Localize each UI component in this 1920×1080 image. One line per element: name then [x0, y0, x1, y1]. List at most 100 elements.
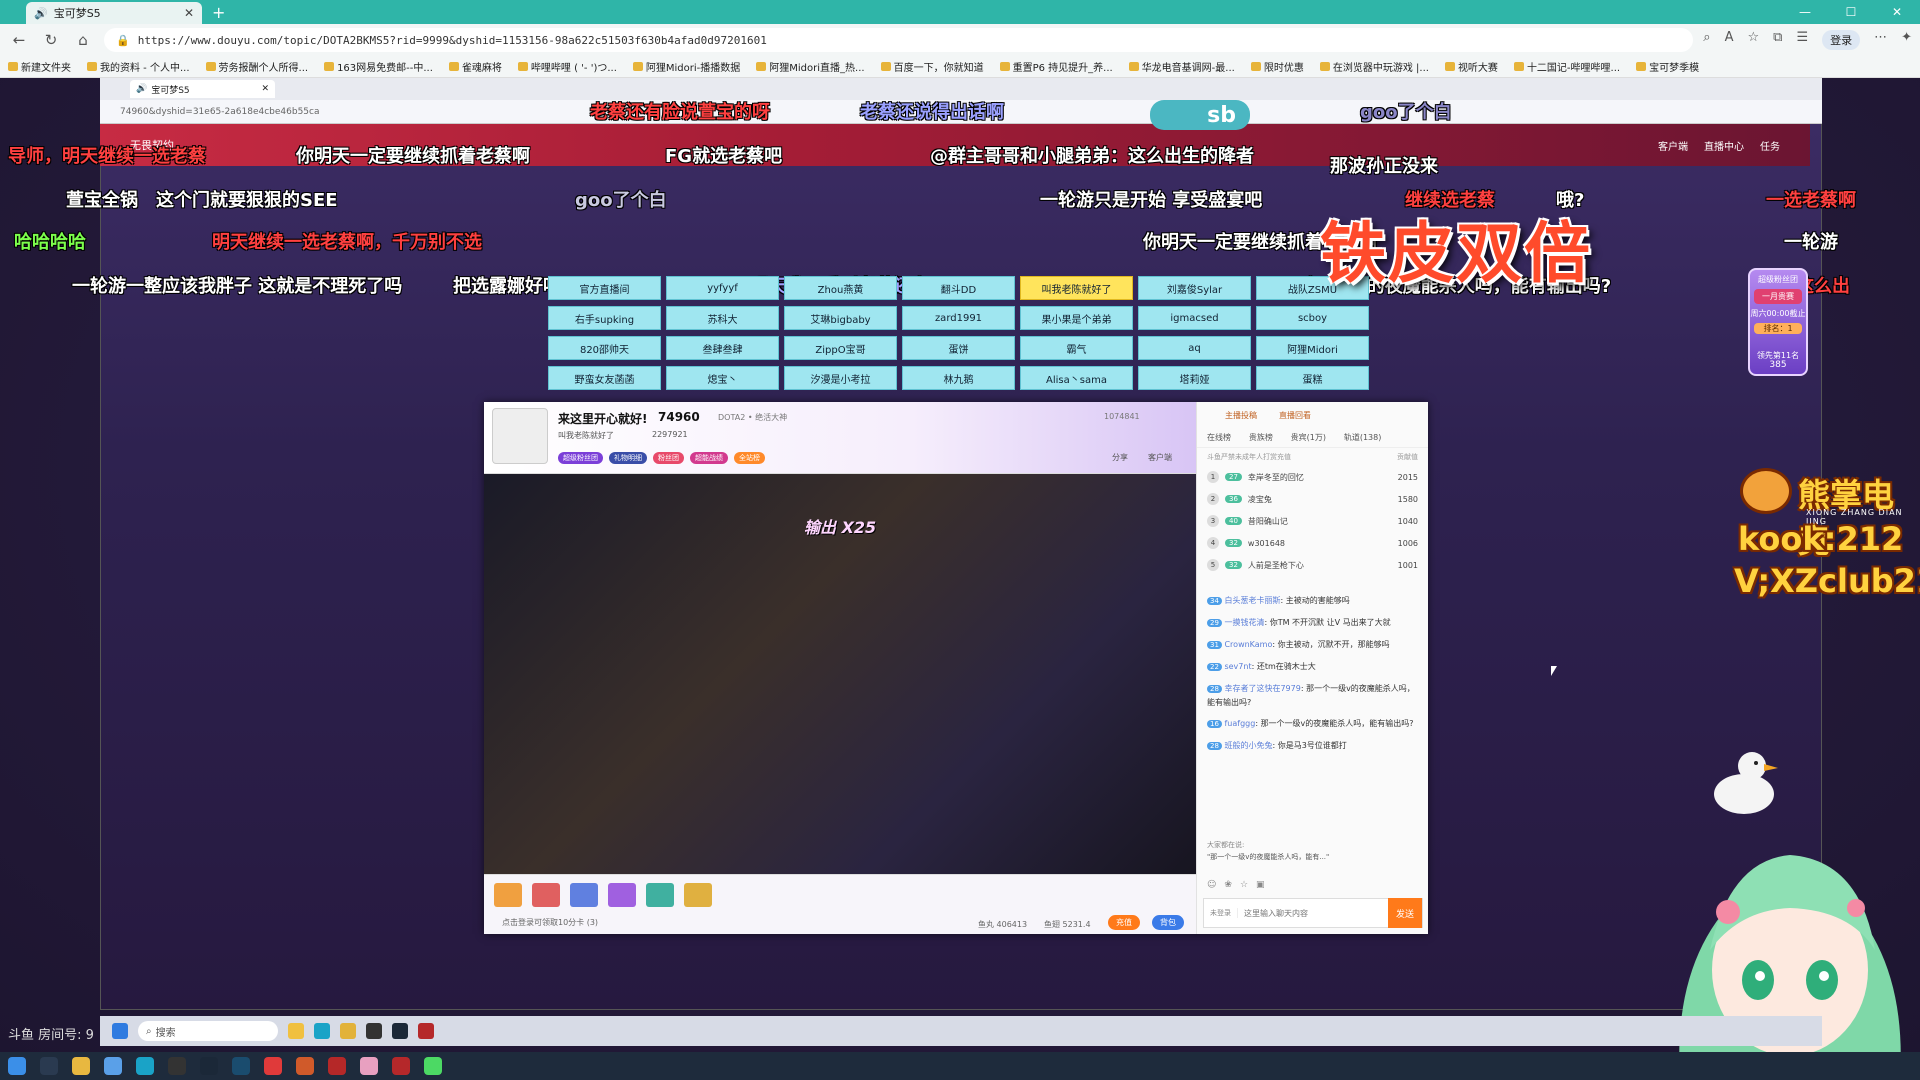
app-icon[interactable] [168, 1057, 186, 1075]
browser-tab[interactable]: 🔊 宝可梦S5 ✕ [26, 2, 202, 24]
streamer-button[interactable]: 霸气 [1020, 336, 1133, 360]
client-button[interactable]: 客户端 [1148, 452, 1172, 463]
tab-vip-rank[interactable]: 贵宾(1万) [1291, 432, 1326, 443]
gift-icon[interactable] [608, 883, 636, 907]
close-tab-icon[interactable]: ✕ [184, 6, 194, 20]
streamer-button[interactable]: igmacsed [1138, 306, 1251, 330]
tag-chip[interactable]: 全站榜 [734, 452, 765, 464]
streamer-button[interactable]: 阿狸Midori [1256, 336, 1369, 360]
dota-icon[interactable] [418, 1023, 434, 1039]
bookmark-item[interactable]: 在浏览器中玩游戏 |... [1319, 59, 1429, 74]
rank-row[interactable]: 5 32 人前是圣枪下心 1001 [1197, 554, 1428, 576]
bookmark-item[interactable]: 宝可梦季模 [1636, 59, 1699, 74]
streamer-button[interactable]: yyfyyf [666, 276, 779, 300]
app-icon[interactable] [296, 1057, 314, 1075]
streamer-button[interactable]: 蛋饼 [902, 336, 1015, 360]
minimize-icon[interactable]: — [1782, 0, 1828, 24]
fan-icon[interactable]: ❀ [1224, 880, 1232, 890]
streamer-button[interactable]: 汐漫是小考拉 [784, 366, 897, 390]
windows-icon[interactable] [8, 1057, 26, 1075]
close-window-icon[interactable]: ✕ [1874, 0, 1920, 24]
streamer-button[interactable]: 820邵帅天 [548, 336, 661, 360]
streamer-name[interactable]: 叫我老陈就好了 [558, 430, 614, 441]
gift-icon[interactable] [570, 883, 598, 907]
streamer-button[interactable]: ZippO宝哥 [784, 336, 897, 360]
tab-online-rank[interactable]: 在线榜 [1207, 432, 1231, 443]
backpack-button[interactable]: 背包 [1152, 915, 1184, 930]
bookmark-item[interactable]: 雀魂麻将 [448, 59, 502, 74]
bookmark-item[interactable]: 我的资料 - 个人中... [87, 59, 190, 74]
streamer-button[interactable]: 叁肆叁肆 [666, 336, 779, 360]
favorite-icon[interactable]: ☆ [1747, 30, 1759, 50]
app-icon[interactable] [232, 1057, 250, 1075]
tab-noble-rank[interactable]: 贵族榜 [1249, 432, 1273, 443]
header-client[interactable]: 客户端 [1658, 138, 1688, 153]
refresh-icon[interactable]: ↻ [40, 31, 62, 49]
bookmark-item[interactable]: 视听大赛 [1444, 59, 1498, 74]
gift-icon[interactable] [646, 883, 674, 907]
windows-icon[interactable] [112, 1023, 128, 1039]
new-tab-icon[interactable]: + [212, 3, 225, 22]
bookmark-item[interactable]: 限时优惠 [1250, 59, 1304, 74]
streamer-button[interactable]: 官方直播间 [548, 276, 661, 300]
streamer-button[interactable]: Alisa丶sama [1020, 366, 1133, 390]
streamer-button[interactable]: 艾琳bigbaby [784, 306, 897, 330]
bookmark-item[interactable]: 重置P6 持见提升_养... [999, 59, 1113, 74]
bookmark-item[interactable]: 劳务报酬个人所得... [205, 59, 308, 74]
streamer-button[interactable]: 苏科大 [666, 306, 779, 330]
maximize-icon[interactable]: ☐ [1828, 0, 1874, 24]
url-field[interactable]: 🔒 https://www.douyu.com/topic/DOTA2BKMS5… [104, 28, 1694, 52]
bookmark-item[interactable]: 新建文件夹 [8, 59, 71, 74]
emoji-icon[interactable]: ☺ [1207, 880, 1216, 890]
streamer-button[interactable]: 右手supking [548, 306, 661, 330]
steam-icon[interactable] [392, 1023, 408, 1039]
search-icon[interactable] [40, 1057, 58, 1075]
bookmark-item[interactable]: 阿狸Midori-播播数据 [632, 59, 740, 74]
streamer-button[interactable]: 蛋糕 [1256, 366, 1369, 390]
chat-user[interactable]: 幸存者了这快在7979 [1224, 684, 1300, 693]
streamer-button[interactable]: 熄宝丶 [666, 366, 779, 390]
steam-icon[interactable] [200, 1057, 218, 1075]
gift-icon[interactable] [684, 883, 712, 907]
send-button[interactable]: 发送 [1388, 898, 1422, 928]
bookmark-item[interactable]: 163网易免费邮--中... [324, 59, 433, 74]
login-button[interactable]: 登录 [1822, 30, 1861, 50]
tab-streamer-posts[interactable]: 主播投稿 [1225, 410, 1257, 421]
bookmark-item[interactable]: 阿狸Midori直播_热... [756, 59, 865, 74]
streamer-button[interactable]: 果小果是个弟弟 [1020, 306, 1133, 330]
chat-user[interactable]: 一摸钱花清 [1224, 618, 1264, 627]
tag-chip[interactable]: 礼物明细 [609, 452, 647, 464]
inner-browser-tab[interactable]: 🔊 宝可梦S5 ✕ [130, 80, 275, 98]
collections-icon[interactable]: ☰ [1796, 30, 1808, 50]
gift-icon[interactable] [532, 883, 560, 907]
star-icon[interactable]: ☆ [1240, 880, 1248, 890]
close-tab-icon[interactable]: ✕ [261, 84, 269, 94]
gift-box-icon[interactable]: ▣ [1256, 880, 1265, 890]
folder-icon[interactable] [288, 1023, 304, 1039]
recharge-button[interactable]: 充值 [1108, 915, 1140, 930]
tag-chip[interactable]: 超能战绩 [690, 452, 728, 464]
zoom-icon[interactable]: ⌕ [1703, 30, 1710, 50]
gift-icon[interactable] [494, 883, 522, 907]
streamer-button[interactable]: 刘嘉俊Sylar [1138, 276, 1251, 300]
inner-search-box[interactable]: ⌕ 搜索 [138, 1021, 278, 1041]
app-icon[interactable] [360, 1057, 378, 1075]
header-task[interactable]: 任务 [1760, 138, 1780, 153]
copilot-icon[interactable]: ✦ [1901, 30, 1912, 50]
streamer-button[interactable]: aq [1138, 336, 1251, 360]
dota-icon[interactable] [392, 1057, 410, 1075]
streamer-button[interactable]: 塔莉娅 [1138, 366, 1251, 390]
app-icon[interactable] [328, 1057, 346, 1075]
bookmark-item[interactable]: 百度一下，你就知道 [880, 59, 984, 74]
streamer-button[interactable]: scboy [1256, 306, 1369, 330]
chat-user[interactable]: sev7nt [1224, 662, 1251, 671]
app-icon[interactable] [424, 1057, 442, 1075]
rank-row[interactable]: 2 36 凌宝兔 1580 [1197, 488, 1428, 510]
chat-user[interactable]: 班般的小免兔 [1224, 741, 1272, 750]
login-hint[interactable]: 点击登录可领取10分卡 (3) [502, 917, 598, 928]
streamer-button[interactable]: 叫我老陈就好了 [1020, 276, 1133, 300]
video-player[interactable]: 输出 X25 [484, 474, 1196, 874]
home-icon[interactable]: ⌂ [72, 31, 94, 49]
tab-replay[interactable]: 直播回看 [1279, 410, 1311, 421]
chat-user[interactable]: 白头葱老卡丽斯 [1224, 596, 1280, 605]
